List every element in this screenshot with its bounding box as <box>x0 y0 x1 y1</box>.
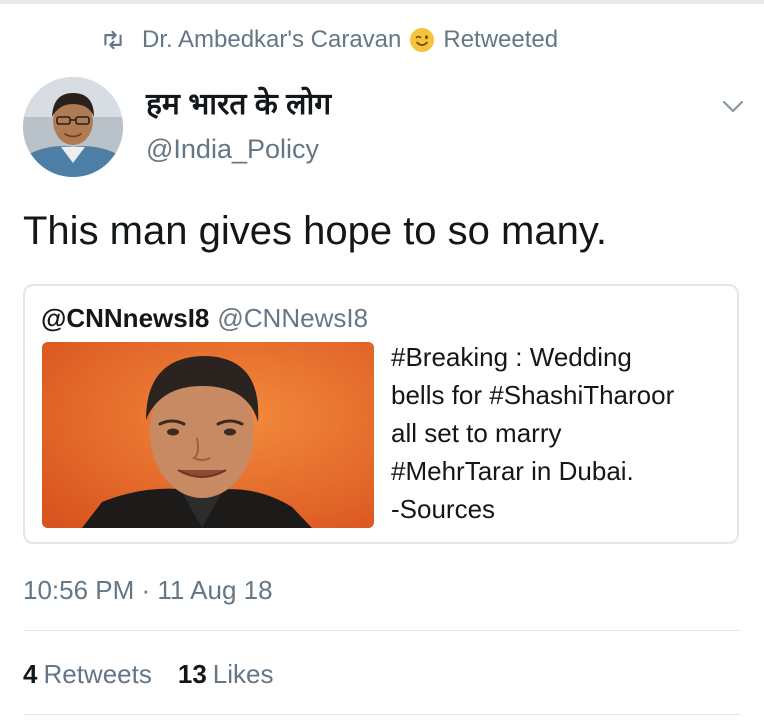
retweeted-label: Retweeted <box>443 26 559 53</box>
winking-face-emoji-icon <box>409 27 435 53</box>
likes-count: 13 <box>177 659 207 689</box>
quoted-author-handle: @CNNewsI8 <box>217 303 369 333</box>
avatar[interactable] <box>23 77 123 177</box>
likes-label: Likes <box>212 659 274 689</box>
author-handle[interactable]: @India_Policy <box>146 132 319 166</box>
retweets-stat[interactable]: 4 Retweets <box>23 658 152 690</box>
quoted-text-line: all set to marry <box>391 418 562 448</box>
retweet-icon <box>100 27 126 53</box>
quoted-tweet-card[interactable]: @CNNnewsI8@CNNewsI8 #Breaking : Wedding <box>23 284 739 544</box>
retweet-context[interactable]: Dr. Ambedkar's Caravan Retweeted <box>100 24 558 56</box>
quoted-author-name: @CNNnewsI8 <box>41 303 210 333</box>
retweets-count: 4 <box>23 659 38 689</box>
divider <box>23 714 741 715</box>
quoted-text-line: bells for #ShashiTharoor <box>391 380 675 410</box>
quoted-text-line: #MehrTarar in Dubai. <box>391 456 634 486</box>
tweet-timestamp[interactable]: 10:56 PM · 11 Aug 18 <box>23 574 273 606</box>
top-divider-bar <box>0 0 764 4</box>
likes-stat[interactable]: 13 Likes <box>178 658 274 690</box>
author-name[interactable]: हम भारत के लोग <box>146 86 331 124</box>
quoted-tweet-text: #Breaking : Wedding bells for #ShashiTha… <box>391 338 731 528</box>
retweeter-name[interactable]: Dr. Ambedkar's Caravan <box>142 26 401 54</box>
quoted-text-line: #Breaking : Wedding <box>391 342 632 372</box>
tweet-stats: 4 Retweets 13 Likes <box>23 658 273 690</box>
divider <box>23 630 741 631</box>
chevron-down-icon[interactable] <box>718 92 748 122</box>
tweet-text: This man gives hope to so many. <box>23 209 607 253</box>
quoted-tweet-author: @CNNnewsI8 @CNNewsI8 <box>41 302 368 334</box>
quoted-text-line: -Sources <box>391 494 496 524</box>
quoted-tweet-image[interactable] <box>42 342 374 528</box>
retweets-label: Retweets <box>43 659 152 689</box>
